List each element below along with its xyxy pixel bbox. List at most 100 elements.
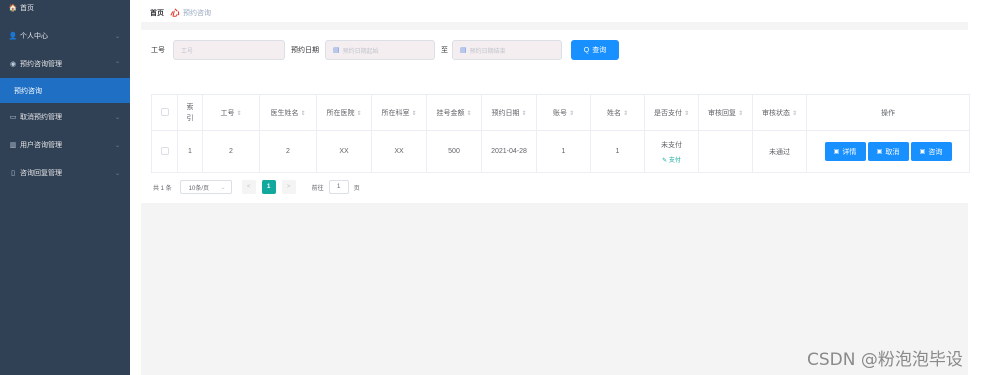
column-name[interactable]: 姓名 ⇕ xyxy=(590,94,645,131)
column-department[interactable]: 所在科室 ⇕ xyxy=(371,94,427,131)
column-label: 姓名 xyxy=(607,109,621,117)
row-select-cell[interactable] xyxy=(151,130,178,173)
breadcrumb: 首页 心 预约咨询 xyxy=(150,6,211,19)
content-card: 工号 工号 预约日期 ▤ 预约日期起始 至 ▤ 预约日期结束 Q 查询 索引 工… xyxy=(141,30,970,203)
cell-hospital: XX xyxy=(316,130,372,173)
query-button[interactable]: Q 查询 xyxy=(571,40,619,60)
page-suffix: 页 xyxy=(353,185,360,192)
sidebar-item-reply-management[interactable]: ▯ 咨询回复管理 ⌄ xyxy=(0,159,130,187)
column-label: 索引 xyxy=(186,103,194,122)
sidebar-item-appointment-management[interactable]: ◉ 预约咨询管理 ⌃ xyxy=(0,50,130,78)
cancel-icon: ▭ xyxy=(9,114,17,121)
paid-status: 未支付 xyxy=(661,141,682,149)
sort-icon[interactable]: ⇕ xyxy=(684,111,689,117)
date-end-placeholder: 预约日期结束 xyxy=(469,48,506,55)
row-checkbox[interactable] xyxy=(160,146,169,155)
sidebar-item-label: 用户咨询管理 xyxy=(20,142,62,149)
sidebar-subitem-appointment[interactable]: 预约咨询 xyxy=(0,78,130,103)
column-label: 审核回复 xyxy=(708,109,736,117)
column-label: 挂号金额 xyxy=(436,109,465,117)
column-doctor-name[interactable]: 医生姓名 ⇕ xyxy=(259,94,317,131)
sidebar-item-user-consult-management[interactable]: ▥ 用户咨询管理 ⌄ xyxy=(0,131,130,159)
page-size-select[interactable]: 10条/页 ⌄ xyxy=(179,180,232,194)
cell-actions: ▣ 详情 ▣ 取消 ▣ 咨询 xyxy=(806,130,970,173)
column-label: 所在科室 xyxy=(381,109,410,117)
cancel-button[interactable]: ▣ 取消 xyxy=(867,142,909,161)
cell-doctor-name: 2 xyxy=(259,130,317,173)
cell-index: 1 xyxy=(177,130,203,173)
sort-icon[interactable]: ⇕ xyxy=(300,111,305,117)
table-row: 1 2 2 XX XX 500 2021-04-28 1 1 未支付 ✎ 支付 xyxy=(151,130,970,173)
sort-icon[interactable]: ⇕ xyxy=(236,111,241,117)
detail-button[interactable]: ▣ 详情 xyxy=(824,142,866,161)
logo-icon: 心 xyxy=(170,8,180,18)
sort-icon[interactable]: ⇕ xyxy=(466,111,471,117)
breadcrumb-home[interactable]: 首页 xyxy=(150,8,164,18)
sort-icon[interactable]: ⇕ xyxy=(738,111,743,117)
table-header-row: 索引 工号 ⇕ 医生姓名 ⇕ 所在医院 ⇕ 所在科室 ⇕ 挂号金额 ⇕ 预约日期… xyxy=(151,94,970,131)
job-number-placeholder: 工号 xyxy=(181,48,194,55)
cell-job-no: 2 xyxy=(202,130,260,173)
sidebar-item-label: 取消预约管理 xyxy=(20,114,62,121)
pay-link[interactable]: ✎ 支付 xyxy=(662,158,681,164)
sort-icon[interactable]: ⇕ xyxy=(356,111,361,117)
column-date[interactable]: 预约日期 ⇕ xyxy=(481,94,537,131)
cancel-button-label: 取消 xyxy=(885,148,900,156)
sort-icon[interactable]: ⇕ xyxy=(569,111,574,117)
chevron-up-icon: ⌃ xyxy=(114,61,120,68)
column-index: 索引 xyxy=(177,94,203,131)
page-number-current[interactable]: 1 xyxy=(261,180,276,194)
cell-account: 1 xyxy=(536,130,591,173)
sidebar-item-home[interactable]: 🏠 首页 xyxy=(0,0,130,16)
cell-fee: 500 xyxy=(426,130,482,173)
sidebar-item-label: 首页 xyxy=(20,5,34,12)
appointment-table: 索引 工号 ⇕ 医生姓名 ⇕ 所在医院 ⇕ 所在科室 ⇕ 挂号金额 ⇕ 预约日期… xyxy=(151,94,970,173)
select-all-cell[interactable] xyxy=(151,94,178,131)
sort-icon[interactable]: ⇕ xyxy=(521,111,526,117)
breadcrumb-current: 预约咨询 xyxy=(183,9,212,17)
column-actions: 操作 xyxy=(806,94,970,131)
appointment-icon: ◉ xyxy=(9,61,17,68)
column-label: 审核状态 xyxy=(762,109,790,117)
detail-button-label: 详情 xyxy=(842,148,857,156)
column-label: 账号 xyxy=(553,109,567,117)
next-page-button[interactable]: > xyxy=(281,180,296,194)
sidebar-item-cancel-management[interactable]: ▭ 取消预约管理 ⌄ xyxy=(0,103,130,131)
sort-icon[interactable]: ⇕ xyxy=(411,111,416,117)
prev-page-button[interactable]: < xyxy=(241,180,256,194)
main-content: 首页 心 预约咨询 工号 工号 预约日期 ▤ 预约日期起始 至 ▤ 预约日期结束… xyxy=(130,0,993,375)
column-hospital[interactable]: 所在医院 ⇕ xyxy=(316,94,372,131)
chevron-down-icon: ⌄ xyxy=(114,170,120,177)
sort-icon[interactable]: ⇕ xyxy=(792,111,797,117)
chevron-down-icon: ⌄ xyxy=(114,33,120,40)
sidebar-item-label: 预约咨询 xyxy=(14,87,42,95)
sort-icon[interactable]: ⇕ xyxy=(623,111,628,117)
column-label: 医生姓名 xyxy=(270,109,299,117)
chevron-down-icon: ⌄ xyxy=(114,114,120,121)
cell-department: XX xyxy=(371,130,427,173)
calendar-icon: ▤ xyxy=(460,47,467,54)
column-account[interactable]: 账号 ⇕ xyxy=(536,94,591,131)
date-start-input[interactable]: ▤ 预约日期起始 xyxy=(325,40,435,60)
goto-page-input[interactable]: 1 xyxy=(328,180,349,194)
column-job-no[interactable]: 工号 ⇕ xyxy=(202,94,260,131)
search-icon: Q xyxy=(583,46,590,54)
select-all-checkbox[interactable] xyxy=(160,107,169,116)
column-label: 操作 xyxy=(881,109,895,117)
consult-button[interactable]: ▣ 咨询 xyxy=(910,142,952,161)
date-end-input[interactable]: ▤ 预约日期结束 xyxy=(452,40,562,60)
column-fee[interactable]: 挂号金额 ⇕ xyxy=(426,94,482,131)
edit-icon: ✎ xyxy=(662,157,668,164)
user-icon: 👤 xyxy=(8,33,18,40)
date-label: 预约日期 xyxy=(291,47,319,54)
consult-button-label: 咨询 xyxy=(928,148,943,156)
page-size-value: 10条/页 xyxy=(188,185,210,192)
sidebar-item-personal-center[interactable]: 👤 个人中心 ⌄ xyxy=(0,22,130,50)
search-bar: 工号 工号 预约日期 ▤ 预约日期起始 至 ▤ 预约日期结束 Q 查询 xyxy=(151,39,619,61)
column-review-status[interactable]: 审核状态 ⇕ xyxy=(752,94,807,131)
column-label: 预约日期 xyxy=(491,109,520,117)
cell-paid: 未支付 ✎ 支付 xyxy=(644,130,699,173)
job-number-input[interactable]: 工号 xyxy=(173,40,285,60)
column-review-reply[interactable]: 审核回复 ⇕ xyxy=(698,94,753,131)
column-paid[interactable]: 是否支付 ⇕ xyxy=(644,94,699,131)
